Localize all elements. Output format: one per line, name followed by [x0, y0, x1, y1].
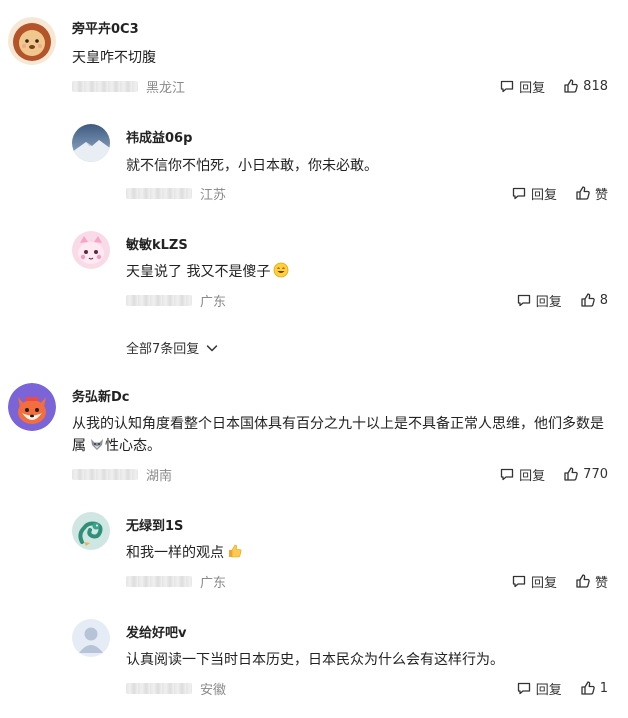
default-user-avatar[interactable] — [72, 619, 110, 657]
reply-button[interactable]: 回复 — [499, 77, 545, 96]
expand-replies-label: 全部7条回复 — [126, 342, 200, 357]
like-button[interactable]: 8 — [580, 292, 608, 308]
thumbs-up-icon — [576, 186, 590, 200]
like-button[interactable]: 818 — [563, 78, 608, 94]
location-label: 广东 — [200, 575, 227, 591]
reply-label: 回复 — [535, 682, 562, 698]
thumbs-up-emoji-icon — [229, 544, 242, 558]
reply-meta: 江苏 — [126, 184, 227, 203]
comment-text-tail: 性心态。 — [105, 438, 161, 454]
reply-label: 回复 — [535, 294, 562, 310]
like-button[interactable]: 赞 — [575, 572, 608, 591]
reply-icon — [501, 80, 514, 93]
reply-actions: 回复 赞 — [511, 572, 608, 591]
reply-label: 回复 — [530, 187, 557, 203]
blurred-timestamp — [126, 187, 192, 199]
comment-actions: 回复 770 — [499, 465, 608, 484]
reply-icon — [517, 682, 530, 695]
thumbs-up-icon — [581, 681, 595, 695]
thumbs-up-icon — [564, 79, 578, 93]
reply-meta: 安徽 — [126, 679, 227, 698]
reply-label: 回复 — [530, 575, 557, 591]
blurred-timestamp — [126, 575, 192, 587]
thumbs-up-icon — [564, 467, 578, 481]
like-count: 赞 — [594, 575, 608, 591]
comment-text: 天皇咋不切腹 — [72, 50, 156, 66]
reply-author[interactable]: 无绿到1S — [126, 515, 183, 534]
like-button[interactable]: 1 — [580, 680, 608, 696]
reply-text: 就不信你不怕死，小日本敢，你未必敢。 — [126, 158, 378, 174]
location-label: 安徽 — [200, 682, 227, 698]
pink-cat-avatar[interactable] — [72, 231, 110, 269]
reply-icon — [501, 468, 514, 481]
laughing-face-icon — [274, 262, 289, 278]
comment-meta: 黑龙江 — [72, 77, 186, 96]
comment-actions: 回复 818 — [499, 77, 608, 96]
thumbs-up-icon — [581, 293, 595, 307]
like-button[interactable]: 770 — [563, 466, 608, 482]
reply-button[interactable]: 回复 — [516, 679, 562, 698]
like-count: 8 — [599, 292, 608, 308]
dragon-avatar[interactable] — [72, 512, 110, 550]
reply-text-content: 天皇说了 我又不是傻子 — [126, 264, 271, 280]
location-label: 江苏 — [200, 187, 227, 203]
comment-author[interactable]: 务弘新Dc — [72, 386, 130, 405]
reply-actions: 回复 1 — [516, 679, 608, 698]
reply-actions: 回复 赞 — [511, 184, 608, 203]
reply-author[interactable]: 敏敏kLZS — [126, 234, 188, 253]
reply-actions: 回复 8 — [516, 291, 608, 310]
like-count: 818 — [583, 78, 608, 94]
reply-button[interactable]: 回复 — [511, 184, 557, 203]
location-label: 广东 — [200, 294, 227, 310]
comment-author[interactable]: 旁平卉0C3 — [72, 18, 139, 37]
blurred-timestamp — [126, 294, 192, 306]
reply-button[interactable]: 回复 — [516, 291, 562, 310]
blurred-timestamp — [126, 682, 192, 694]
mountain-avatar[interactable] — [72, 124, 110, 162]
fox-avatar[interactable] — [8, 383, 56, 431]
reply-meta: 广东 — [126, 291, 227, 310]
reply-button[interactable]: 回复 — [499, 465, 545, 484]
like-count: 赞 — [594, 187, 608, 203]
reply-icon — [512, 575, 526, 588]
expand-replies-button[interactable]: 全部7条回复 — [126, 338, 219, 357]
reply-text: 天皇说了 我又不是傻子 — [126, 261, 289, 283]
like-count: 1 — [599, 680, 608, 696]
location-label: 黑龙江 — [146, 80, 186, 96]
comment-text: 从我的认知角度看整个日本国体具有百分之九十以上是不具备正常人思维，他们多数是属性… — [72, 413, 612, 457]
location-label: 湖南 — [146, 468, 173, 484]
reply-author[interactable]: 发给好吧v — [126, 622, 186, 641]
reply-button[interactable]: 回复 — [511, 572, 557, 591]
reply-label: 回复 — [519, 80, 546, 96]
thumbs-up-icon — [576, 574, 590, 588]
like-button[interactable]: 赞 — [575, 184, 608, 203]
reply-text-content: 和我一样的观点 — [126, 545, 224, 561]
reply-meta: 广东 — [126, 572, 227, 591]
reply-label: 回复 — [519, 468, 546, 484]
reply-icon — [517, 294, 530, 307]
like-count: 770 — [583, 466, 608, 482]
reply-text: 认真阅读一下当时日本历史，日本民众为什么会有这样行为。 — [126, 652, 504, 668]
lion-avatar[interactable] — [8, 17, 56, 65]
comment-meta: 湖南 — [72, 465, 173, 484]
blurred-timestamp — [72, 80, 138, 92]
wolf-icon — [91, 439, 103, 450]
reply-icon — [512, 187, 526, 200]
blurred-timestamp — [72, 468, 138, 480]
reply-text: 和我一样的观点 — [126, 542, 243, 564]
reply-author[interactable]: 祎成益06p — [126, 127, 192, 146]
chevron-down-icon — [207, 344, 218, 351]
